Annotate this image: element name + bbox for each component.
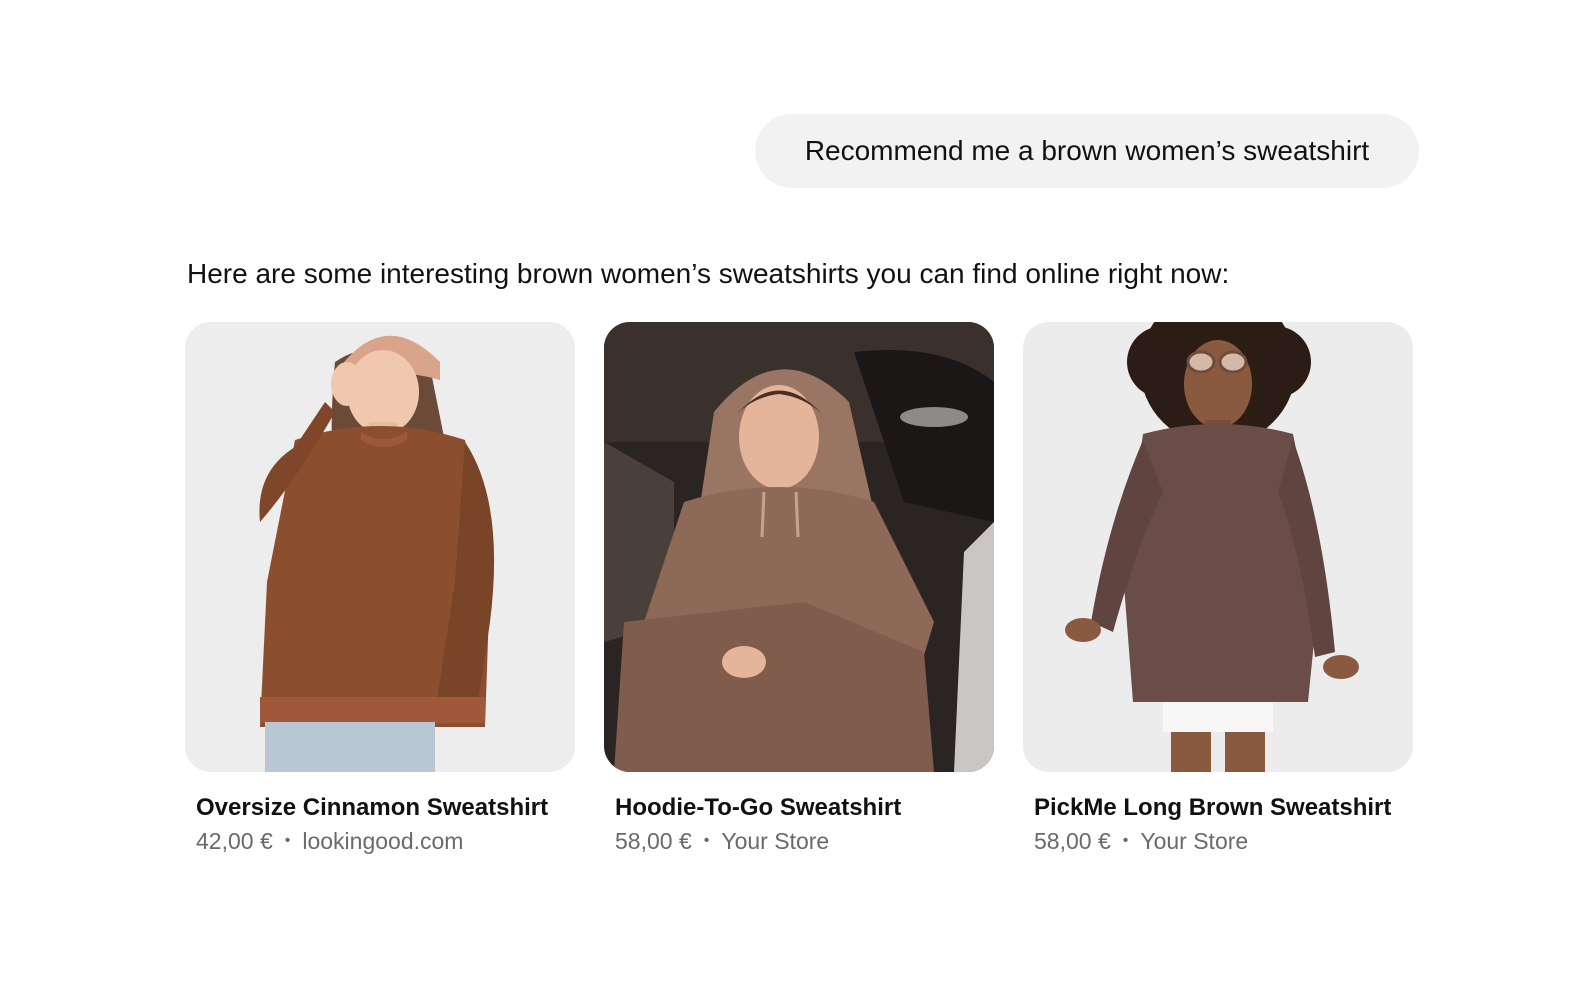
product-price: 42,00 € [196,828,273,854]
product-price: 58,00 € [615,828,692,854]
user-message-text: Recommend me a brown women’s sweatshirt [804,135,1370,166]
product-image[interactable] [185,322,575,772]
woman-in-beanie-sweatshirt-photo [185,322,575,772]
product-meta: 42,00 € • lookingood.com [196,826,575,856]
user-message-bubble: Recommend me a brown women’s sweatshirt [755,114,1419,188]
woman-with-sunglasses-sweatshirt-photo [1023,322,1413,772]
product-title[interactable]: Oversize Cinnamon Sweatshirt [196,792,575,824]
product-store[interactable]: lookingood.com [302,826,463,856]
product-image[interactable] [1023,322,1413,772]
woman-in-car-hoodie-photo [604,322,994,772]
product-meta: 58,00 € • Your Store [1034,826,1413,856]
product-card[interactable]: PickMe Long Brown Sweatshirt 58,00 € • Y… [1023,322,1413,856]
assistant-message-text: Here are some interesting brown women’s … [187,258,1230,289]
product-store[interactable]: Your Store [1140,826,1248,856]
product-price: 58,00 € [1034,828,1111,854]
product-store[interactable]: Your Store [721,826,829,856]
product-card[interactable]: Oversize Cinnamon Sweatshirt 42,00 € • l… [185,322,575,856]
separator-dot: • [284,832,291,849]
separator-dot: • [703,832,710,849]
product-card[interactable]: Hoodie-To-Go Sweatshirt 58,00 € • Your S… [604,322,994,856]
product-title[interactable]: PickMe Long Brown Sweatshirt [1034,792,1413,824]
product-meta: 58,00 € • Your Store [615,826,994,856]
separator-dot: • [1122,832,1129,849]
product-carousel: Oversize Cinnamon Sweatshirt 42,00 € • l… [185,322,1413,862]
product-title[interactable]: Hoodie-To-Go Sweatshirt [615,792,994,824]
product-image[interactable] [604,322,994,772]
